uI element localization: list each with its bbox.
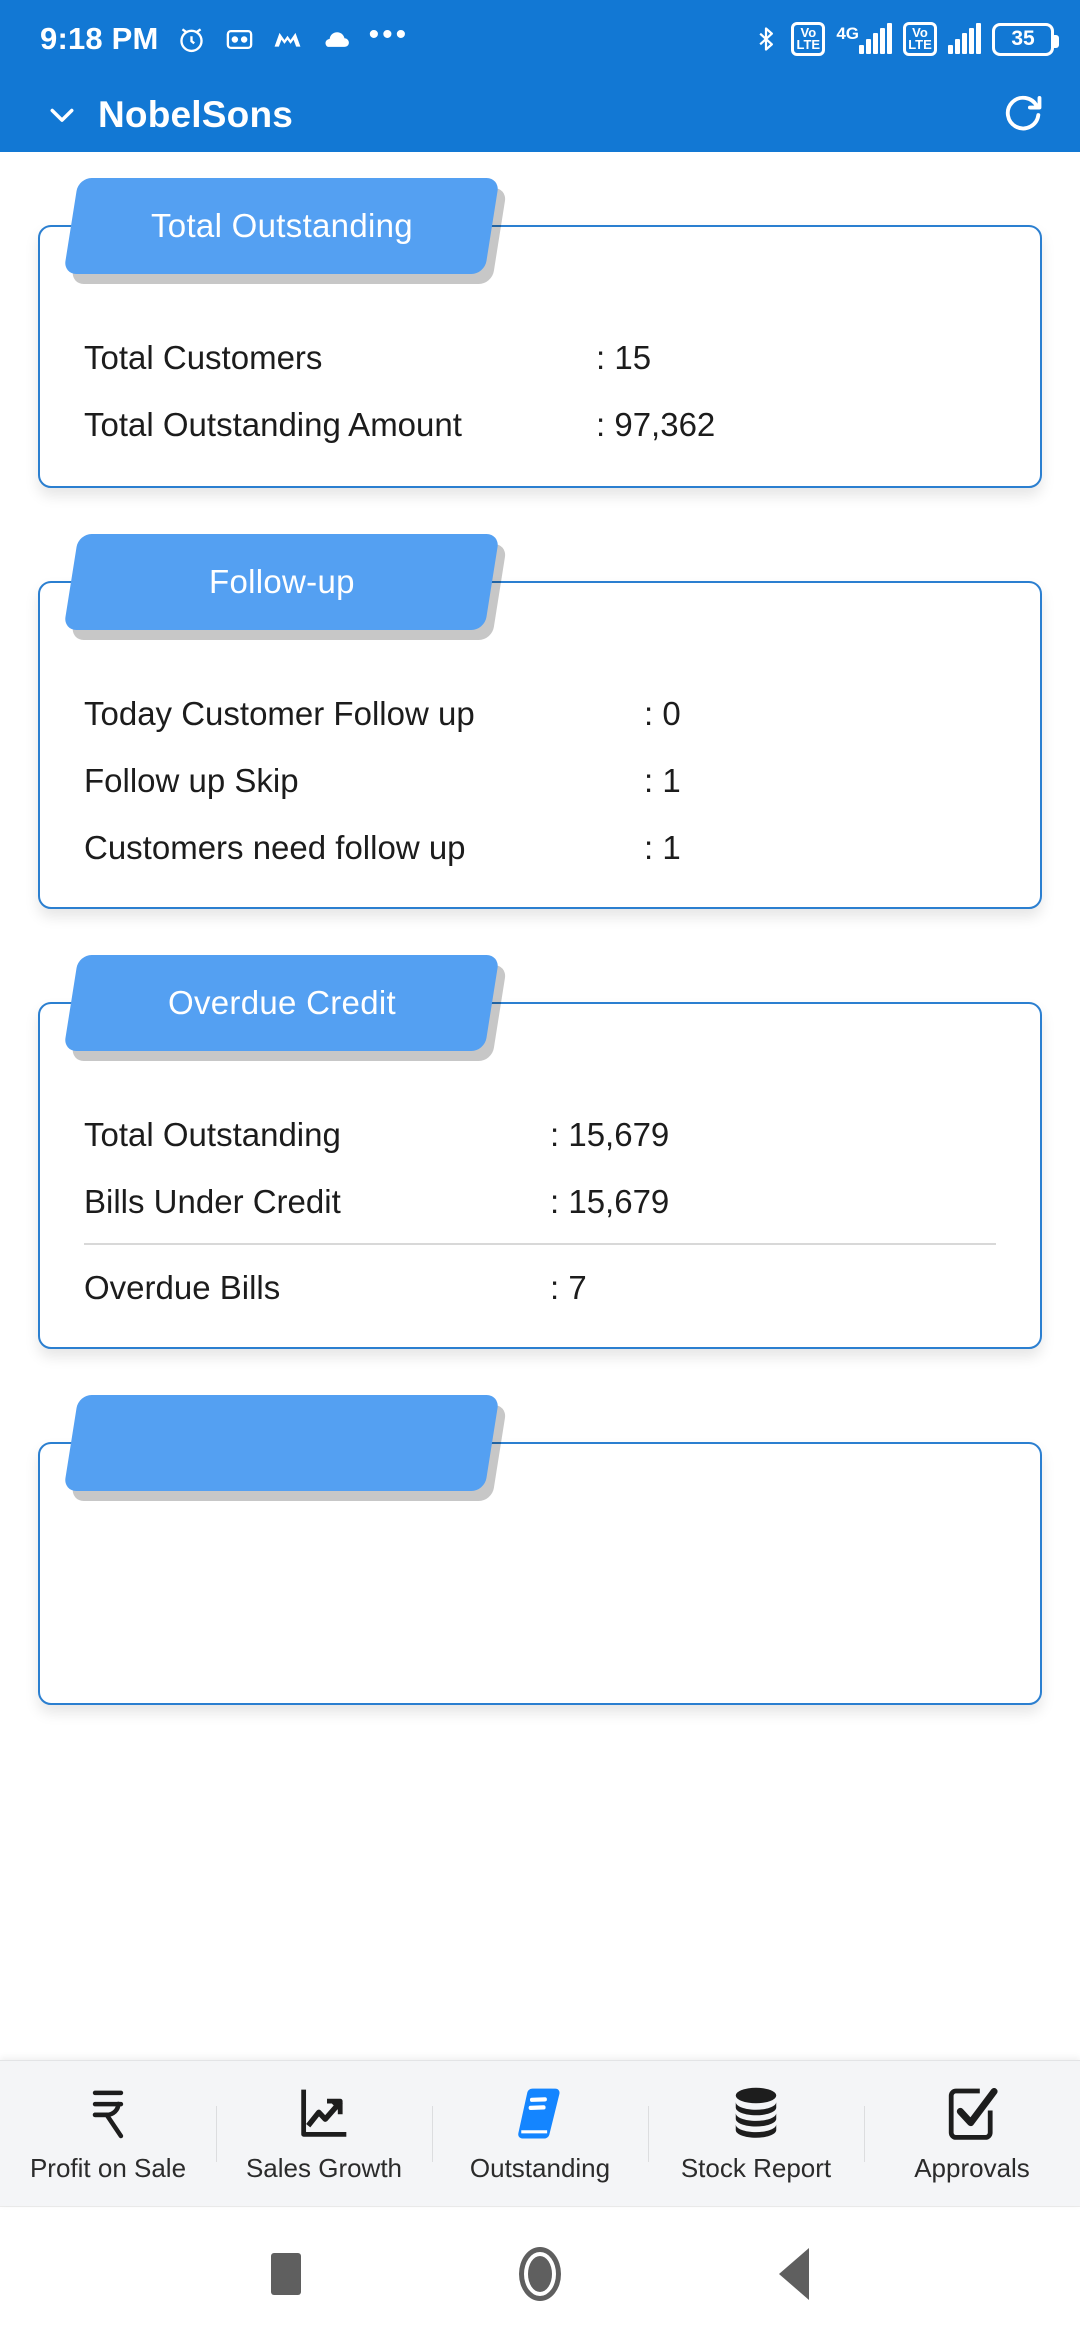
- row-label: Total Outstanding Amount: [84, 406, 462, 443]
- status-bar: 9:18 PM ••• Vo LTE 4G Vo LTE 35: [0, 0, 1080, 78]
- card-overdue-credit[interactable]: Overdue Credit Total Outstanding : 15,67…: [38, 955, 1042, 1349]
- card-header-badge: Total Outstanding: [63, 178, 500, 274]
- table-row: Follow up Skip : 1: [84, 762, 996, 800]
- row-value: : 15,679: [550, 1116, 670, 1153]
- row-value: : 15: [596, 339, 652, 376]
- card-header-badge: Follow-up: [63, 534, 500, 630]
- table-row: Total Outstanding : 15,679: [84, 1116, 996, 1154]
- network-type-label: 4G: [836, 24, 859, 43]
- chevron-down-icon[interactable]: [44, 97, 80, 133]
- card-title: Total Outstanding: [150, 207, 413, 244]
- row-value: : 1: [644, 762, 681, 799]
- coin-stack-icon: [728, 2084, 784, 2144]
- row-divider: [84, 1243, 996, 1245]
- nav-label: Stock Report: [680, 2152, 832, 2183]
- card-header-badge: [63, 1395, 500, 1491]
- nav-item-stock-report[interactable]: Stock Report: [648, 2084, 864, 2184]
- m-app-icon: [271, 23, 304, 56]
- row-label: Follow up Skip: [84, 762, 299, 799]
- row-label: Overdue Bills: [84, 1269, 281, 1306]
- table-row: Customers need follow up : 1: [84, 829, 996, 867]
- row-label: Total Customers: [84, 339, 323, 376]
- table-row: Today Customer Follow up : 0: [84, 695, 996, 733]
- card-header-badge: Overdue Credit: [63, 955, 500, 1051]
- nav-item-approvals[interactable]: Approvals: [864, 2084, 1080, 2184]
- growth-chart-icon: [297, 2084, 351, 2144]
- refresh-icon[interactable]: [1000, 92, 1046, 138]
- card-total-outstanding[interactable]: Total Outstanding Total Customers : 15 T…: [38, 178, 1042, 488]
- sim2-signal-icon: [948, 23, 981, 54]
- voicemail-icon: [224, 24, 255, 55]
- bluetooth-icon: [752, 23, 780, 55]
- card-body: Today Customer Follow up : 0 Follow up S…: [38, 581, 1042, 909]
- nav-label: Outstanding: [469, 2152, 611, 2183]
- row-value: : 97,362: [596, 406, 716, 443]
- status-bar-left: 9:18 PM •••: [40, 17, 410, 57]
- nav-label: Approvals: [914, 2152, 1030, 2183]
- book-icon: [515, 2084, 565, 2144]
- sim1-volte-icon: Vo LTE: [791, 22, 826, 56]
- card-body: Total Outstanding : 15,679 Bills Under C…: [38, 1002, 1042, 1349]
- bottom-navigation: Profit on Sale Sales Growth Outstanding: [0, 2060, 1080, 2206]
- row-value: : 15,679: [550, 1183, 670, 1220]
- cloud-icon: [320, 23, 353, 56]
- nav-item-profit-on-sale[interactable]: Profit on Sale: [0, 2084, 216, 2184]
- rupee-icon: [82, 2084, 134, 2144]
- nav-label: Profit on Sale: [29, 2152, 187, 2183]
- alarm-icon: [175, 23, 208, 56]
- table-row: Overdue Bills : 7: [84, 1269, 996, 1307]
- row-value: : 1: [644, 829, 681, 866]
- back-triangle-icon[interactable]: [779, 2247, 809, 2300]
- status-bar-right: Vo LTE 4G Vo LTE 35: [752, 22, 1059, 56]
- app-title[interactable]: NobelSons: [98, 94, 293, 136]
- nav-label: Sales Growth: [245, 2152, 403, 2183]
- row-label: Bills Under Credit: [84, 1183, 341, 1220]
- nav-item-sales-growth[interactable]: Sales Growth: [216, 2084, 432, 2184]
- card-follow-up[interactable]: Follow-up Today Customer Follow up : 0 F…: [38, 534, 1042, 909]
- row-value: : 0: [644, 695, 681, 732]
- sim1-signal-icon: 4G: [836, 23, 892, 54]
- row-label: Total Outstanding: [84, 1116, 341, 1153]
- battery-level: 35: [1011, 27, 1035, 50]
- sim2-volte-icon: Vo LTE: [903, 22, 937, 56]
- table-row: Bills Under Credit : 15,679: [84, 1183, 996, 1221]
- home-circle-icon[interactable]: [519, 2246, 561, 2301]
- more-dots-icon: •••: [368, 17, 410, 51]
- row-label: Customers need follow up: [84, 829, 466, 866]
- app-bar: NobelSons: [0, 78, 1080, 152]
- table-row: Total Customers : 15: [84, 339, 996, 377]
- row-label: Today Customer Follow up: [84, 695, 475, 732]
- table-row: Total Outstanding Amount : 97,362: [84, 406, 996, 444]
- card-title: Overdue Credit: [167, 984, 396, 1021]
- status-time: 9:18 PM: [40, 21, 159, 56]
- nav-item-outstanding[interactable]: Outstanding: [432, 2084, 648, 2184]
- system-navigation-bar: [0, 2206, 1080, 2340]
- dashboard-content: Total Outstanding Total Customers : 15 T…: [0, 152, 1080, 2060]
- card-title: Follow-up: [208, 563, 355, 600]
- recents-square-icon[interactable]: [271, 2252, 301, 2295]
- card-next-partial[interactable]: [38, 1395, 1042, 1705]
- check-square-icon: [946, 2084, 998, 2144]
- battery-icon: 35: [992, 22, 1059, 56]
- row-value: : 7: [550, 1269, 587, 1306]
